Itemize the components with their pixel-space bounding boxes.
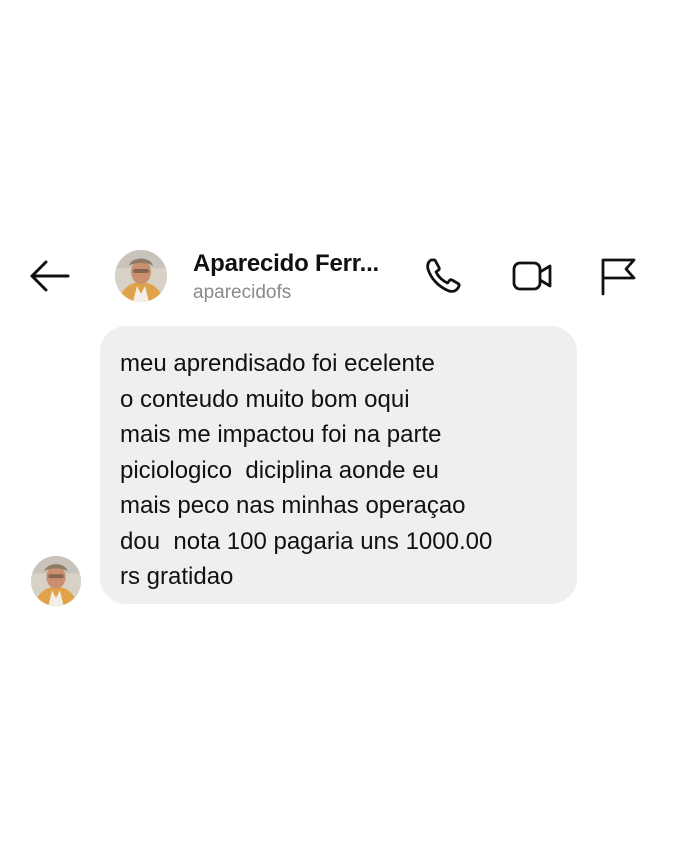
video-camera-icon (512, 261, 552, 291)
message-bubble[interactable]: meu aprendisado foi ecelente o conteudo … (100, 326, 577, 604)
message-line: o conteudo muito bom oqui (120, 385, 410, 413)
chat-header: Aparecido Ferr... aparecidofs (0, 238, 675, 318)
message-sender-avatar[interactable] (31, 556, 81, 606)
arrow-left-icon (30, 260, 70, 292)
contact-name[interactable]: Aparecido Ferr... (193, 250, 379, 278)
call-button[interactable] (420, 254, 468, 298)
message-line: mais peco nas minhas operaçao (120, 492, 466, 519)
report-button[interactable] (594, 254, 642, 298)
message-line: piciologico diciplina aonde eu (120, 456, 439, 484)
message-line: mais me impactou foi na parte (120, 421, 442, 448)
message-line: rs gratidao (120, 563, 234, 590)
avatar[interactable] (115, 250, 167, 302)
message-line: meu aprendisado foi ecelente (120, 350, 435, 377)
profile-photo (115, 250, 167, 302)
profile-photo (31, 556, 81, 606)
flag-icon (601, 258, 636, 296)
back-button[interactable] (26, 256, 72, 296)
message-line: dou nota 100 pagaria uns 1000.00 (120, 527, 493, 555)
phone-icon (426, 258, 461, 293)
contact-handle: aparecidofs (193, 282, 292, 303)
video-call-button[interactable] (508, 254, 556, 298)
